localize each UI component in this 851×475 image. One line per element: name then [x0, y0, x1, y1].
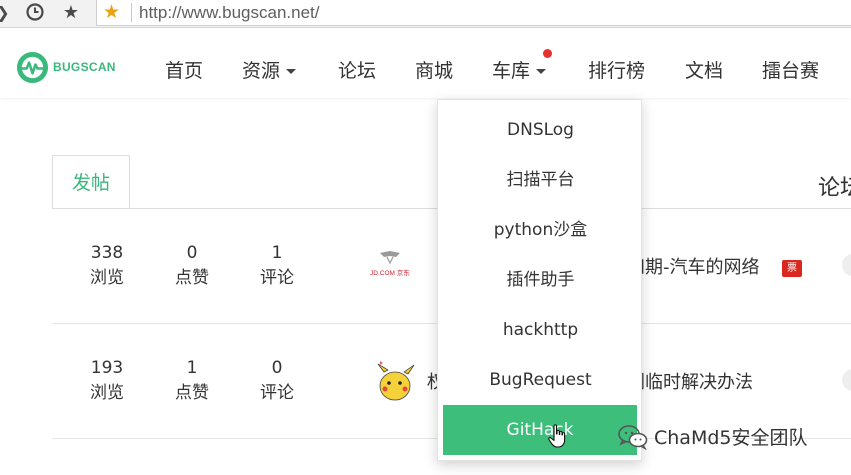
back-icon[interactable]: ❯ — [0, 2, 14, 24]
menu-item-githack[interactable]: GitHack — [443, 405, 637, 455]
menu-item-dnslog[interactable]: DNSLog — [438, 105, 643, 155]
nav-shop[interactable]: 商城 — [415, 56, 453, 83]
toggle-pill[interactable] — [842, 369, 851, 391]
menu-item-python-sandbox[interactable]: python沙盒 — [438, 205, 643, 255]
address-url[interactable]: http://www.bugscan.net/ — [139, 3, 320, 23]
views-stat: 193 浏览 — [90, 358, 124, 403]
wechat-icon — [618, 424, 648, 450]
logo-text: BUGSCAN — [53, 60, 116, 74]
menu-item-hackhttp[interactable]: hackhttp — [438, 305, 643, 355]
nav-contest[interactable]: 擂台赛 — [762, 56, 819, 83]
browser-toolbar: ❯ ★ ★ http://www.bugscan.net/ — [0, 0, 851, 28]
sidebar-title: 论坛 — [818, 176, 851, 201]
post-title[interactable]: 四期-汽车的网络 — [627, 253, 760, 279]
comments-stat: 1 评论 — [260, 243, 294, 288]
watermark-text: ChaMd5安全团队 — [654, 427, 808, 449]
jd-logo-text: JD.COM 京东 — [370, 270, 410, 277]
likes-stat: 0 点赞 — [175, 243, 209, 288]
chevron-down-icon — [286, 69, 297, 74]
pikachu-avatar[interactable] — [374, 358, 415, 401]
heartbeat-shield-icon — [16, 51, 49, 83]
post-title[interactable]: 剧临时解决办法 — [627, 368, 753, 394]
bookmarks-star-icon[interactable]: ★ — [60, 2, 82, 24]
jd-avatar[interactable]: JD.COM 京东 — [370, 247, 410, 283]
nav-resources[interactable]: 资源 — [242, 56, 297, 83]
views-stat: 338 浏览 — [90, 243, 124, 288]
menu-item-scan-platform[interactable]: 扫描平台 — [438, 155, 643, 205]
ticket-badge: 票 — [782, 260, 802, 277]
nav-ranking[interactable]: 排行榜 — [588, 56, 645, 83]
likes-stat: 1 点赞 — [175, 358, 209, 403]
garage-dropdown-menu: DNSLog 扫描平台 python沙盒 插件助手 hackhttp BugRe… — [437, 99, 642, 461]
menu-item-bugrequest[interactable]: BugRequest — [438, 355, 643, 405]
comments-stat: 0 评论 — [260, 358, 294, 403]
tab-new-post[interactable]: 发帖 — [52, 155, 130, 209]
toggle-pill[interactable] — [842, 254, 851, 276]
nav-home[interactable]: 首页 — [165, 56, 203, 83]
nav-forum[interactable]: 论坛 — [338, 56, 376, 83]
nav-docs[interactable]: 文档 — [685, 56, 723, 83]
site-logo[interactable]: BUGSCAN — [16, 50, 116, 84]
watermark: ChaMd5安全团队 — [618, 423, 808, 450]
history-icon[interactable] — [24, 2, 46, 24]
site-navbar: BUGSCAN 首页 资源 论坛 商城 车库 排行榜 文档 擂台赛 — [0, 36, 851, 98]
notification-dot — [543, 49, 552, 58]
address-bar[interactable]: ★ http://www.bugscan.net/ — [96, 0, 851, 26]
bookmark-star-icon[interactable]: ★ — [103, 2, 120, 22]
nav-garage[interactable]: 车库 — [492, 56, 547, 83]
hand-cursor-icon — [548, 424, 566, 448]
chevron-down-icon — [536, 69, 547, 74]
address-separator — [131, 3, 132, 22]
menu-item-plugin-helper[interactable]: 插件助手 — [438, 255, 643, 305]
